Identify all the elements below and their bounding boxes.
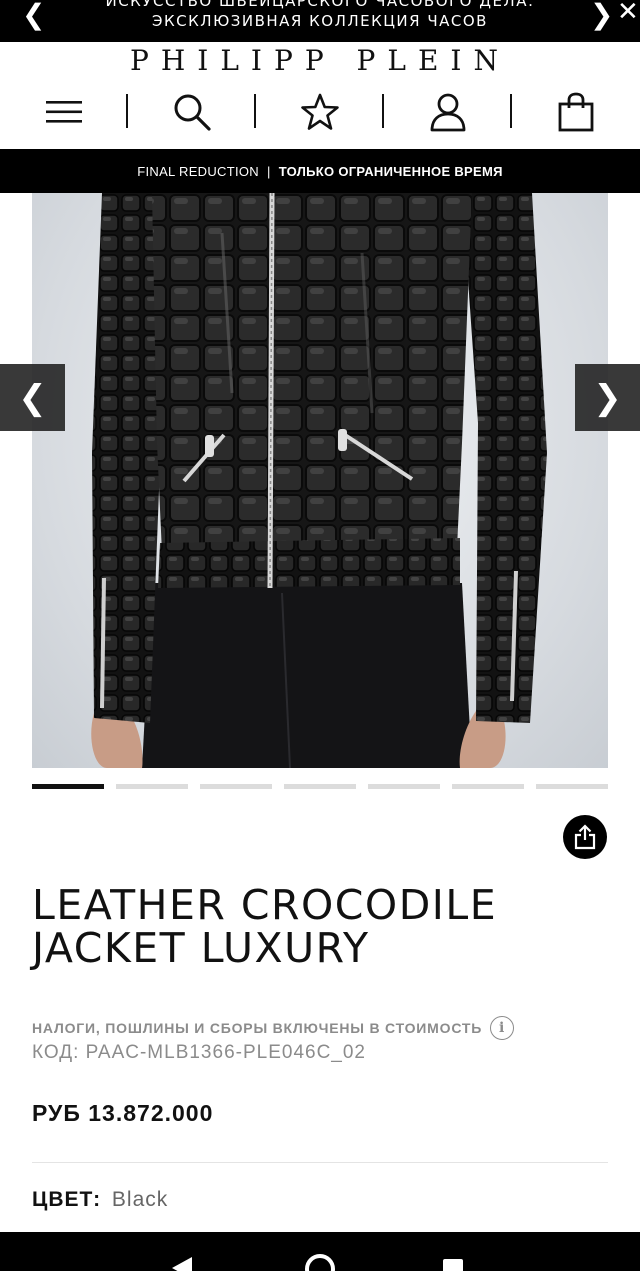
- close-icon[interactable]: ✕: [617, 0, 639, 27]
- gallery-pagination: [32, 784, 640, 790]
- star-icon[interactable]: [294, 88, 346, 136]
- gallery-next-button[interactable]: ❯: [575, 364, 640, 431]
- gallery-prev-button[interactable]: ❮: [0, 364, 65, 431]
- header-divider: [510, 94, 512, 128]
- product-title: LEATHER CROCODILE JACKET LUXURY: [32, 884, 612, 970]
- home-icon[interactable]: [305, 1254, 335, 1271]
- reduction-label: FINAL REDUCTION: [137, 163, 259, 179]
- bag-icon[interactable]: [550, 88, 602, 136]
- search-icon[interactable]: [166, 88, 218, 136]
- brand-logo[interactable]: PHILIPP PLEIN: [0, 44, 640, 77]
- gallery-dot[interactable]: [284, 784, 356, 789]
- jacket-illustration: [91, 193, 547, 768]
- color-label: ЦВЕТ:: [32, 1188, 102, 1211]
- reduction-banner[interactable]: FINAL REDUCTION | ТОЛЬКО ОГРАНИЧЕННОЕ ВР…: [0, 149, 640, 193]
- gallery-dot[interactable]: [116, 784, 188, 789]
- product-title-line1: LEATHER CROCODILE: [32, 881, 498, 929]
- info-icon[interactable]: i: [490, 1016, 515, 1040]
- share-button[interactable]: [563, 815, 607, 859]
- product-image[interactable]: [32, 193, 608, 768]
- color-selector[interactable]: ЦВЕТ: Black: [32, 1188, 168, 1212]
- promo-banner[interactable]: ❮ ИСКУССТВО ШВЕЙЦАРСКОГО ЧАСОВОГО ДЕЛА: …: [0, 0, 640, 42]
- recent-apps-icon[interactable]: [443, 1259, 463, 1271]
- header-divider: [382, 94, 384, 128]
- reduction-separator: |: [267, 163, 271, 179]
- gallery-dot[interactable]: [32, 784, 104, 789]
- promo-next-icon[interactable]: ❯: [590, 0, 613, 31]
- share-icon: [574, 824, 596, 850]
- back-icon[interactable]: [172, 1257, 192, 1271]
- header-icon-bar: [0, 88, 640, 136]
- menu-icon[interactable]: [38, 88, 90, 136]
- divider: [32, 1162, 608, 1163]
- gallery-dot[interactable]: [452, 784, 524, 789]
- system-nav-bar: [0, 1232, 640, 1271]
- color-value: Black: [111, 1188, 169, 1211]
- gallery-dot[interactable]: [536, 784, 608, 789]
- gallery-dot[interactable]: [368, 784, 440, 789]
- product-code: КОД: PAAC-MLB1366-PLE046C_02: [32, 1042, 366, 1063]
- gallery-dot[interactable]: [200, 784, 272, 789]
- user-icon[interactable]: [422, 88, 474, 136]
- header-divider: [126, 94, 128, 128]
- product-title-line2: JACKET LUXURY: [32, 924, 370, 972]
- reduction-subtitle: ТОЛЬКО ОГРАНИЧЕННОЕ ВРЕМЯ: [278, 163, 503, 179]
- product-price: РУБ 13.872.000: [32, 1100, 214, 1126]
- tax-note-text: НАЛОГИ, ПОШЛИНЫ И СБОРЫ ВКЛЮЧЕНЫ В СТОИМ…: [32, 1020, 483, 1036]
- tax-note: НАЛОГИ, ПОШЛИНЫ И СБОРЫ ВКЛЮЧЕНЫ В СТОИМ…: [32, 1016, 515, 1040]
- promo-line-2: ЭКСКЛЮЗИВНАЯ КОЛЛЕКЦИЯ ЧАСОВ: [152, 12, 488, 30]
- promo-line-1: ИСКУССТВО ШВЕЙЦАРСКОГО ЧАСОВОГО ДЕЛА:: [105, 0, 535, 10]
- header-divider: [254, 94, 256, 128]
